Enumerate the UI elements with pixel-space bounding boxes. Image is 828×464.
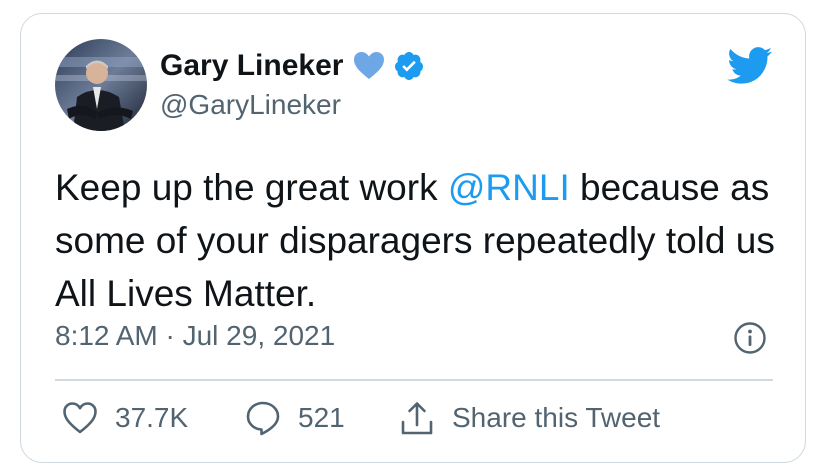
blue-heart-icon: [353, 51, 385, 81]
like-button[interactable]: 37.7K: [62, 398, 188, 438]
author-handle[interactable]: @GaryLineker: [160, 89, 341, 121]
info-icon[interactable]: [733, 321, 767, 355]
author-name[interactable]: Gary Lineker: [160, 49, 343, 83]
mention-link[interactable]: @RNLI: [448, 167, 570, 208]
tweet-timestamp[interactable]: 8:12 AM · Jul 29, 2021: [55, 320, 335, 352]
tweet-text: Keep up the great work @RNLI because as …: [55, 161, 775, 320]
heart-icon: [62, 401, 98, 435]
author-name-row: Gary Lineker: [160, 46, 425, 86]
divider: [55, 379, 773, 381]
reply-button[interactable]: 521: [245, 398, 345, 438]
like-count: 37.7K: [115, 402, 189, 433]
reply-count: 521: [298, 402, 345, 433]
share-button[interactable]: Share this Tweet: [399, 398, 660, 438]
reply-bubble-icon: [245, 400, 281, 436]
share-icon: [399, 400, 435, 436]
share-label: Share this Tweet: [452, 402, 661, 433]
avatar[interactable]: [55, 39, 147, 131]
verified-badge-icon: [393, 50, 425, 82]
tweet-text-start: Keep up the great work: [55, 167, 448, 208]
twitter-bird-icon[interactable]: [727, 47, 773, 85]
